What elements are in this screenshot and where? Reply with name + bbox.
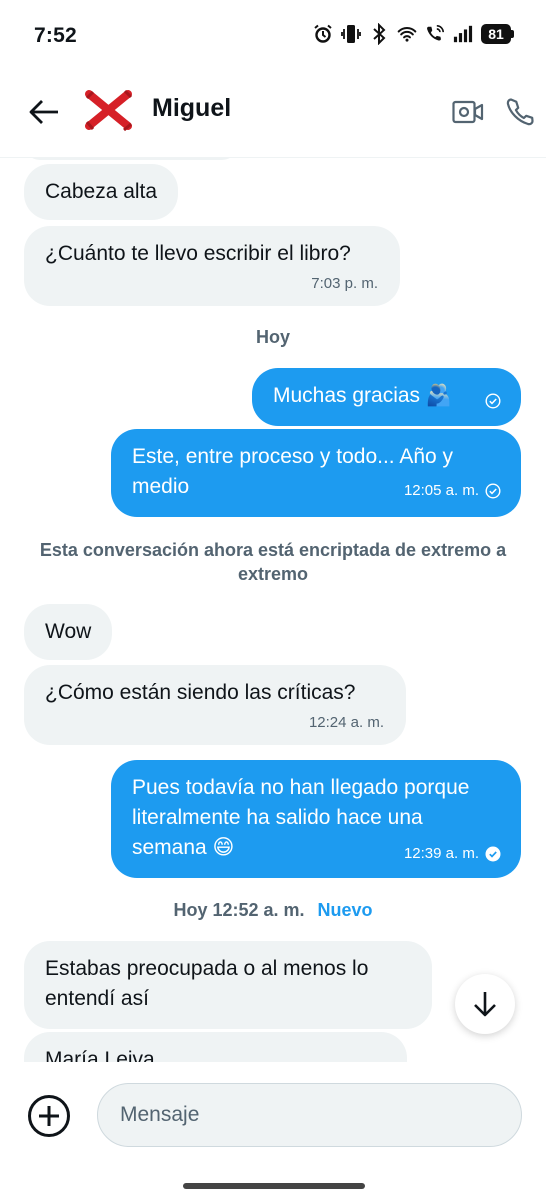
video-camera-icon	[452, 100, 484, 124]
message-time: 12:39 a. m.	[403, 845, 479, 862]
message-bubble[interactable]: Cabeza alta	[24, 164, 179, 220]
alarm-icon	[313, 22, 333, 46]
bluetooth-icon	[369, 22, 389, 46]
message-bubble[interactable]: Estabas preocupada o al menos lo entendí…	[24, 941, 432, 1029]
message-bubble-partial	[24, 158, 238, 160]
avatar[interactable]	[84, 88, 134, 132]
voice-call-button[interactable]	[500, 92, 540, 132]
message-text: ¿Cómo están siendo las críticas?	[45, 681, 356, 704]
video-call-button[interactable]	[448, 92, 488, 132]
message-bubble[interactable]: ¿Cómo están siendo las críticas? 12:24 a…	[24, 665, 406, 745]
separator-time: Hoy 12:52 a. m.	[173, 900, 305, 920]
red-x-avatar-icon	[85, 89, 133, 132]
message-bubble-outgoing[interactable]: Pues todavía no han llegado porque liter…	[111, 760, 521, 878]
back-button[interactable]	[24, 92, 64, 132]
status-icons: 81	[313, 22, 514, 46]
message-thread[interactable]: Cabeza alta ¿Cuánto te llevo escribir el…	[0, 158, 546, 1062]
message-bubble-outgoing[interactable]: Este, entre proceso y todo... Año y medi…	[111, 429, 521, 517]
status-bar: 7:52 81	[0, 0, 546, 72]
battery-icon: 81	[481, 24, 514, 44]
message-text: Muchas gracias 🫂	[273, 384, 453, 407]
arrow-down-icon	[474, 992, 496, 1017]
message-text: Cabeza alta	[45, 180, 158, 203]
new-badge: Nuevo	[317, 900, 373, 920]
message-time: 12:05 a. m.	[403, 482, 479, 499]
read-check-icon	[485, 846, 501, 862]
status-time: 7:52	[34, 24, 77, 47]
message-text: ¿Cuánto te llevo escribir el libro?	[45, 242, 351, 265]
message-bubble[interactable]: Wow	[24, 604, 113, 660]
battery-level: 81	[481, 24, 511, 44]
message-bubble[interactable]: María Leiva	[24, 1032, 407, 1062]
conversation-header: Miguel	[0, 72, 546, 158]
encryption-notice: Esta conversación ahora está encriptada …	[39, 540, 507, 584]
add-attachment-button[interactable]	[27, 1094, 71, 1138]
message-time: 7:03 p. m.	[311, 275, 378, 292]
message-text: Estabas preocupada o al menos lo entendí…	[45, 957, 369, 1010]
date-separator: Hoy	[255, 327, 290, 347]
message-time: 12:24 a. m.	[308, 714, 384, 731]
message-input[interactable]	[97, 1083, 522, 1147]
plus-circle-icon	[28, 1095, 70, 1137]
vibrate-icon	[341, 22, 361, 46]
wifi-call-icon	[425, 22, 445, 46]
new-messages-separator: Hoy 12:52 a. m. Nuevo	[0, 898, 546, 922]
signal-icon	[453, 22, 473, 46]
wifi-icon	[397, 22, 417, 46]
message-bubble[interactable]: ¿Cuánto te llevo escribir el libro? 7:03…	[24, 226, 400, 306]
message-bubble-outgoing[interactable]: Muchas gracias 🫂	[252, 368, 521, 426]
scroll-to-bottom-button[interactable]	[455, 974, 515, 1034]
message-composer	[0, 1062, 546, 1172]
sent-check-icon	[485, 483, 501, 499]
home-indicator[interactable]	[183, 1183, 365, 1189]
message-text: Wow	[45, 620, 92, 643]
arrow-left-icon	[29, 100, 58, 124]
contact-name[interactable]: Miguel	[152, 94, 231, 123]
message-text: María Leiva	[45, 1048, 155, 1062]
sent-check-icon	[485, 393, 501, 409]
phone-icon	[506, 98, 534, 126]
